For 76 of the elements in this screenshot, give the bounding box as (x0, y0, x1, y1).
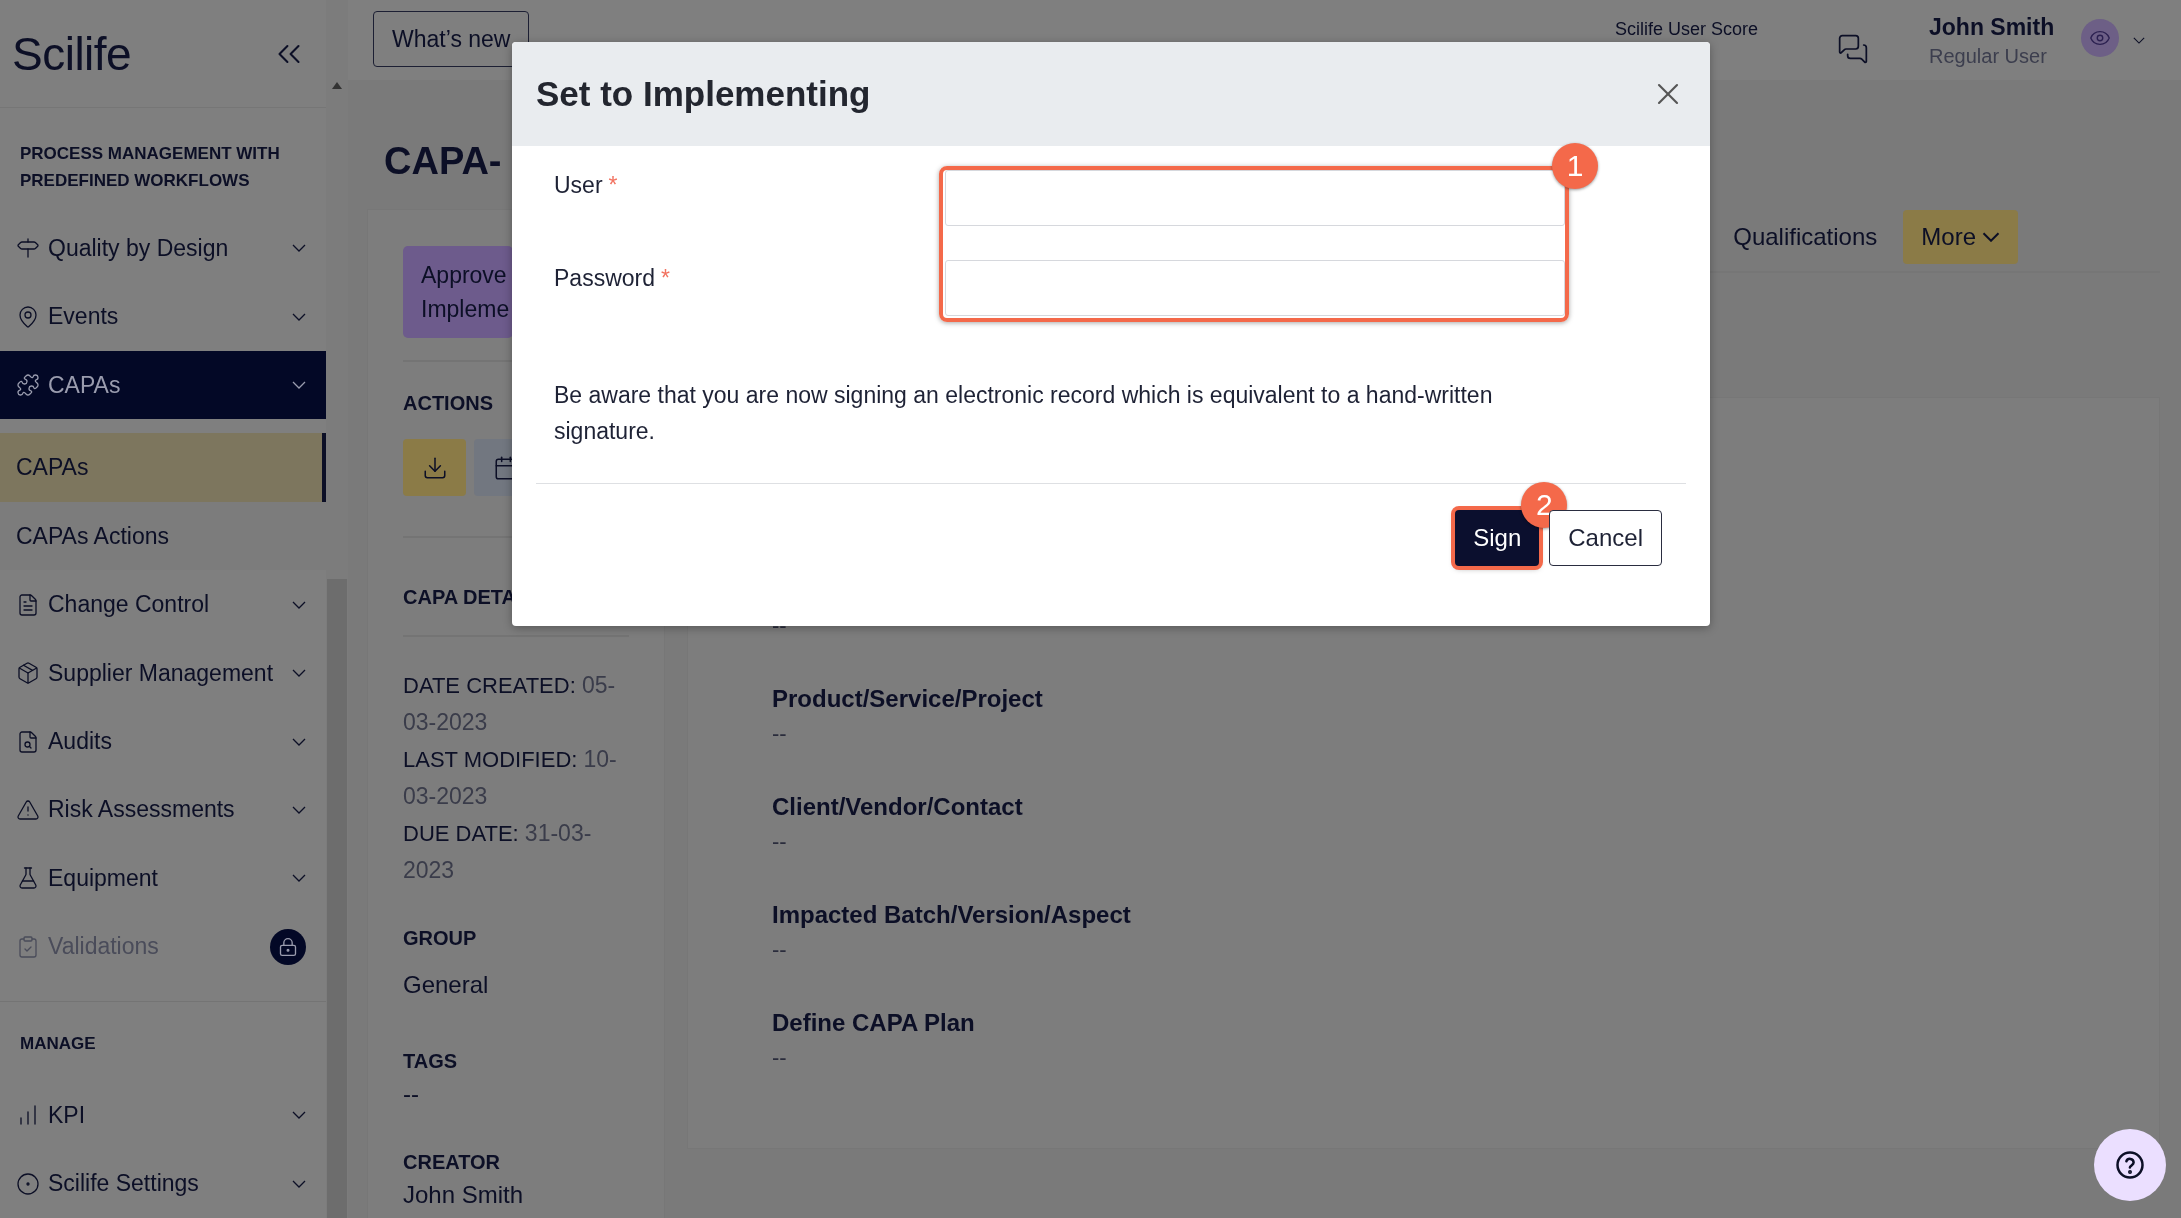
field-value: General (403, 972, 489, 998)
field-label: Impacted Batch/Version/Aspect (772, 901, 1132, 930)
chevron-down-icon (292, 737, 306, 746)
section-title: PROCESS MANAGEMENT WITH PREDEFINED WORKFLOWS (19, 143, 281, 192)
chevron-down-icon[interactable] (2133, 37, 2145, 44)
chevron-down-icon (292, 381, 306, 390)
sidebar-subitem[interactable]: CAPAs (0, 433, 326, 502)
chevron-down-icon (292, 874, 306, 883)
scroll-up-icon[interactable] (332, 82, 342, 89)
logo: Scilife (12, 26, 132, 81)
chevron-down-icon (1982, 232, 2000, 242)
field-label: Define CAPA Plan (772, 1009, 976, 1038)
chevron-down-icon (292, 669, 306, 678)
notice-text: Be aware that you are now signing an electronic record which is equivalent to a hand-written signature. (554, 381, 1494, 446)
field-value: -- (772, 829, 787, 854)
field-value: John Smith (403, 1182, 524, 1208)
chat-icon[interactable] (1837, 33, 1869, 65)
package-icon (16, 661, 40, 686)
field-label: Password * (554, 265, 671, 292)
lock-icon (270, 928, 306, 965)
date-field: LAST MODIFIED: 10-03-2023 (403, 741, 629, 815)
cancel-button[interactable]: Cancel (1549, 510, 1662, 566)
section-title: ACTIONS (403, 392, 493, 415)
field-value: -- (772, 721, 787, 746)
document-search-icon (16, 729, 40, 754)
input-field[interactable] (945, 170, 1565, 226)
map-pin-icon (16, 304, 40, 329)
chevron-down-icon (292, 806, 306, 814)
chevron-down-icon (292, 312, 306, 321)
field-value: -- (772, 613, 787, 638)
field-label: Client/Vendor/Contact (772, 793, 1024, 822)
sidebar-item[interactable]: Supplier Management (0, 638, 326, 708)
avatar-icon[interactable] (2081, 19, 2119, 57)
sidebar-item[interactable]: Equipment (0, 844, 326, 913)
field-label: TAGS (403, 1050, 458, 1073)
sidebar-item[interactable]: Audits (0, 707, 326, 776)
sidebar-item[interactable]: Scilife Settings (0, 1149, 326, 1218)
target-icon (16, 1171, 40, 1196)
user-role: Regular User (1929, 45, 2048, 68)
chevron-down-icon (292, 1179, 306, 1188)
date-field: DUE DATE: 31-03-2023 (403, 815, 629, 889)
sidebar-item[interactable]: Quality by Design (0, 214, 326, 283)
tab[interactable]: Qualifications (1733, 223, 1878, 251)
step-badge: 1 (1552, 143, 1598, 189)
clipboard-check-icon (16, 934, 40, 959)
sidebar-item[interactable]: CAPAs (0, 350, 326, 420)
field-label: CREATOR (403, 1151, 501, 1174)
dialog-title: Set to Implementing (536, 74, 871, 114)
field-label: User * (554, 172, 619, 199)
field-value: -- (772, 1045, 787, 1070)
section-title: MANAGE (19, 1033, 97, 1056)
flask-icon (16, 866, 40, 891)
sidebar-item[interactable]: Change Control (0, 570, 326, 639)
download-button[interactable] (403, 439, 466, 496)
chevron-down-icon (292, 244, 306, 253)
document-icon (16, 592, 40, 617)
field-label: Product/Service/Project (772, 685, 1044, 714)
user-name: John Smith (1929, 14, 2056, 41)
date-field: DATE CREATED: 05-03-2023 (403, 667, 629, 741)
field-value: -- (772, 937, 787, 962)
field-label: GROUP (403, 927, 477, 950)
sidebar-item[interactable]: KPI (0, 1081, 326, 1150)
user-score-label: Scilife User Score (1615, 18, 1760, 40)
field-value: -- (403, 1081, 419, 1107)
sidebar-item[interactable]: Events (0, 282, 326, 351)
sidebar-item[interactable]: Risk Assessments (0, 775, 326, 845)
section-title: CAPA DETA (403, 586, 516, 609)
input-field[interactable] (945, 260, 1565, 316)
help-icon (2115, 1150, 2145, 1180)
status-badge: Approve Impleme (403, 246, 513, 338)
puzzle-icon (16, 373, 40, 398)
record-title: CAPA- (384, 139, 502, 184)
more-button[interactable]: More (1903, 210, 2018, 264)
chevron-down-icon (292, 1111, 306, 1120)
chevron-down-icon (292, 600, 306, 609)
warning-icon (16, 798, 40, 822)
